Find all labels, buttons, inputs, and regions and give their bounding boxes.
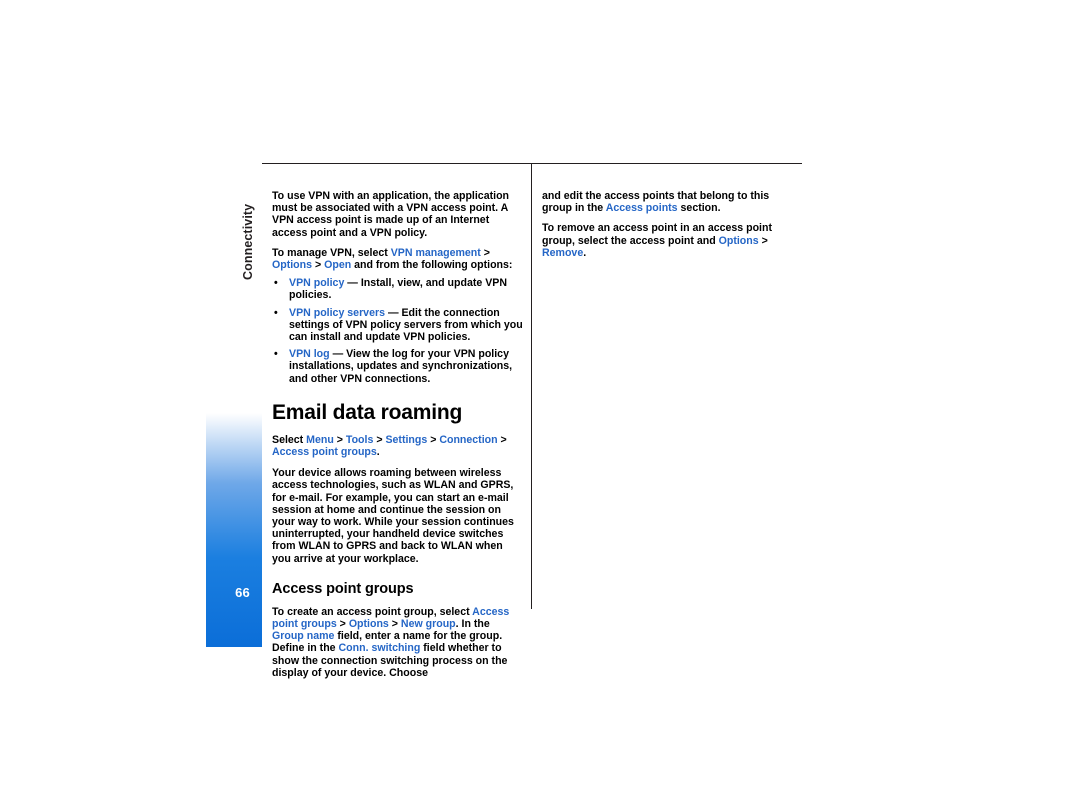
menu-item-connection: Connection	[439, 433, 498, 446]
page-title: Email data roaming	[272, 400, 463, 424]
menu-item-menu: Menu	[306, 433, 334, 446]
create-seg1: To create an access point group, select	[272, 605, 473, 618]
select-sep-2: >	[373, 433, 386, 446]
paragraph-remove-access-point: To remove an access point in an access p…	[542, 222, 794, 259]
bullet-dot-icon: •	[274, 277, 278, 290]
create-seg4: . In the	[455, 618, 490, 631]
link-access-points: Access points	[605, 202, 678, 215]
bullet-term: VPN policy	[289, 277, 345, 290]
link-options-remove: Options	[718, 234, 759, 247]
column-divider	[531, 163, 533, 609]
select-post: .	[376, 446, 380, 459]
page-side-tab	[206, 413, 262, 647]
paragraph-edit-access-points: and edit the access points that belong t…	[542, 190, 794, 214]
menu-item-settings: Settings	[385, 433, 428, 446]
select-sep-1: >	[333, 433, 346, 446]
manage-vpn-pre: To manage VPN, select	[272, 246, 391, 259]
section-title-access-point-groups: Access point groups	[272, 580, 414, 597]
bullet-term: VPN log	[289, 348, 330, 361]
edit-seg2: section.	[677, 202, 721, 215]
left-column: To use VPN with an application, the appl…	[272, 190, 524, 687]
menu-vpn-management: VPN management	[390, 246, 481, 259]
link-options: Options	[348, 618, 389, 631]
page-number: 66	[235, 585, 250, 600]
list-item: • VPN policy servers — Edit the connectio…	[272, 307, 524, 344]
manage-vpn-sep2: >	[312, 259, 325, 272]
chapter-label-text: Connectivity	[241, 203, 255, 280]
create-seg3: >	[388, 618, 401, 631]
list-item: • VPN policy — Install, view, and update …	[272, 277, 524, 301]
paragraph-vpn-intro: To use VPN with an application, the appl…	[272, 190, 510, 239]
bullet-dot-icon: •	[274, 306, 278, 319]
vpn-options-list: • VPN policy — Install, view, and update …	[272, 277, 524, 385]
list-item: • VPN log — View the log for your VPN pol…	[272, 348, 524, 385]
manage-vpn-sep1: >	[480, 246, 490, 259]
menu-item-tools: Tools	[345, 433, 374, 446]
link-conn-switching: Conn. switching	[338, 642, 421, 655]
remove-seg3: .	[583, 246, 587, 259]
right-column: and edit the access points that belong t…	[542, 190, 794, 267]
remove-seg2: >	[758, 234, 768, 247]
paragraph-manage-vpn: To manage VPN, select VPN management > O…	[272, 247, 524, 271]
select-sep-3: >	[427, 433, 440, 446]
select-sep-4: >	[497, 433, 507, 446]
bullet-term: VPN policy servers	[289, 306, 385, 319]
paragraph-create-group: To create an access point group, select …	[272, 606, 524, 679]
link-new-group: New group	[400, 618, 456, 631]
menu-options: Options	[272, 259, 313, 272]
link-group-name: Group name	[272, 630, 335, 643]
select-path-line: Select Menu > Tools > Settings > Connect…	[272, 434, 524, 458]
create-seg2: >	[336, 618, 349, 631]
menu-open: Open	[324, 259, 352, 272]
manage-vpn-post: and from the following options:	[351, 259, 513, 272]
menu-item-access-point-groups: Access point groups	[272, 446, 377, 459]
select-pre: Select	[272, 433, 307, 446]
link-remove: Remove	[542, 246, 584, 259]
paragraph-roaming: Your device allows roaming between wirel…	[272, 467, 514, 565]
chapter-label: Connectivity	[219, 160, 263, 300]
bullet-dot-icon: •	[274, 348, 278, 361]
